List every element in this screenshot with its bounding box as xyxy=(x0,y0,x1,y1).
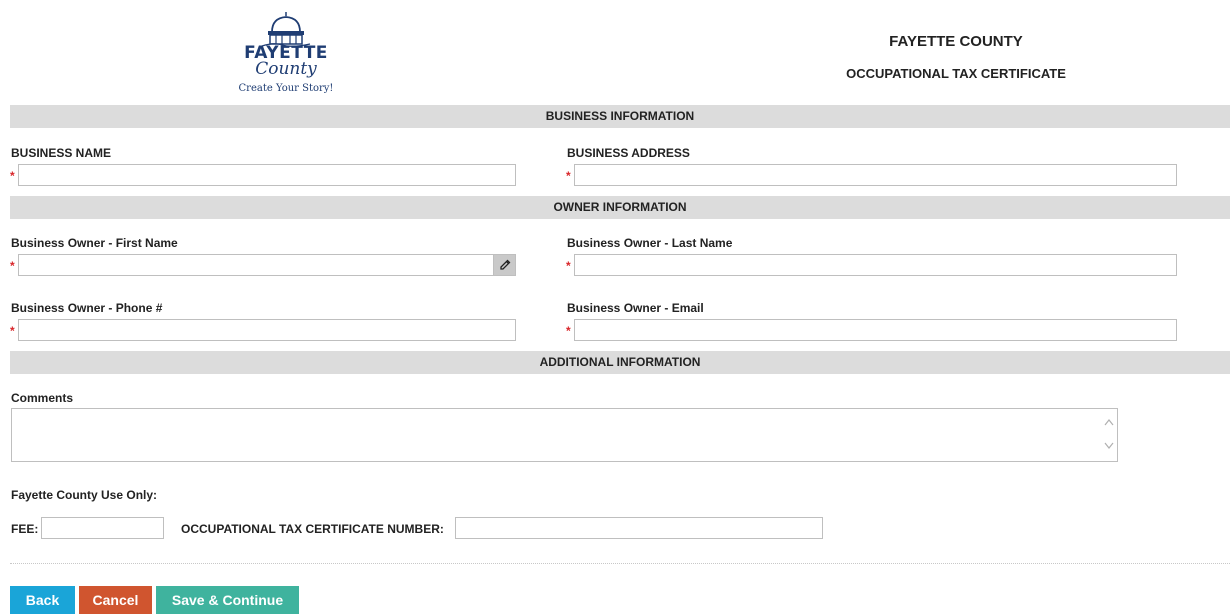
comments-label: Comments xyxy=(11,391,74,405)
logo-tagline: Create Your Story! xyxy=(238,83,334,94)
page-subtitle: OCCUPATIONAL TAX CERTIFICATE xyxy=(846,66,1066,81)
required-marker: * xyxy=(566,259,571,273)
county-use-heading: Fayette County Use Only: xyxy=(11,488,158,502)
chevron-down-icon[interactable] xyxy=(1104,442,1114,449)
owner-email-label: Business Owner - Email xyxy=(567,301,704,315)
courthouse-icon xyxy=(261,12,311,47)
owner-last-name-input[interactable] xyxy=(574,254,1177,276)
logo-county-script: County xyxy=(255,59,317,79)
save-continue-button[interactable]: Save & Continue xyxy=(156,586,299,614)
certificate-number-input[interactable] xyxy=(455,517,823,539)
business-name-label: BUSINESS NAME xyxy=(11,146,112,160)
certificate-number-label: OCCUPATIONAL TAX CERTIFICATE NUMBER: xyxy=(181,522,444,536)
business-address-label: BUSINESS ADDRESS xyxy=(567,146,690,160)
county-logo: FAYETTE County Create Your Story! xyxy=(222,8,350,96)
required-marker: * xyxy=(10,259,15,273)
cancel-button[interactable]: Cancel xyxy=(79,586,152,614)
owner-first-name-label: Business Owner - First Name xyxy=(11,236,178,250)
divider xyxy=(10,563,1230,564)
eyedropper-icon xyxy=(499,259,510,270)
owner-phone-input[interactable] xyxy=(18,319,516,341)
business-address-input[interactable] xyxy=(574,164,1177,186)
required-marker: * xyxy=(10,169,15,183)
business-name-input[interactable] xyxy=(18,164,516,186)
fee-input[interactable] xyxy=(41,517,164,539)
chevron-up-icon[interactable] xyxy=(1104,419,1114,426)
owner-email-input[interactable] xyxy=(574,319,1177,341)
section-additional-information: ADDITIONAL INFORMATION xyxy=(10,351,1230,374)
section-owner-information: OWNER INFORMATION xyxy=(10,196,1230,219)
section-business-information: BUSINESS INFORMATION xyxy=(10,105,1230,128)
owner-last-name-label: Business Owner - Last Name xyxy=(567,236,733,250)
owner-phone-label: Business Owner - Phone # xyxy=(11,301,163,315)
eyedropper-button[interactable] xyxy=(493,255,515,275)
required-marker: * xyxy=(566,324,571,338)
owner-first-name-input[interactable] xyxy=(18,254,516,276)
page-title: FAYETTE COUNTY xyxy=(889,33,1023,50)
required-marker: * xyxy=(10,324,15,338)
comments-scrollbar[interactable] xyxy=(1102,416,1116,456)
back-button[interactable]: Back xyxy=(10,586,75,614)
comments-textarea[interactable] xyxy=(11,408,1118,462)
required-marker: * xyxy=(566,169,571,183)
fee-label: FEE: xyxy=(11,522,39,536)
